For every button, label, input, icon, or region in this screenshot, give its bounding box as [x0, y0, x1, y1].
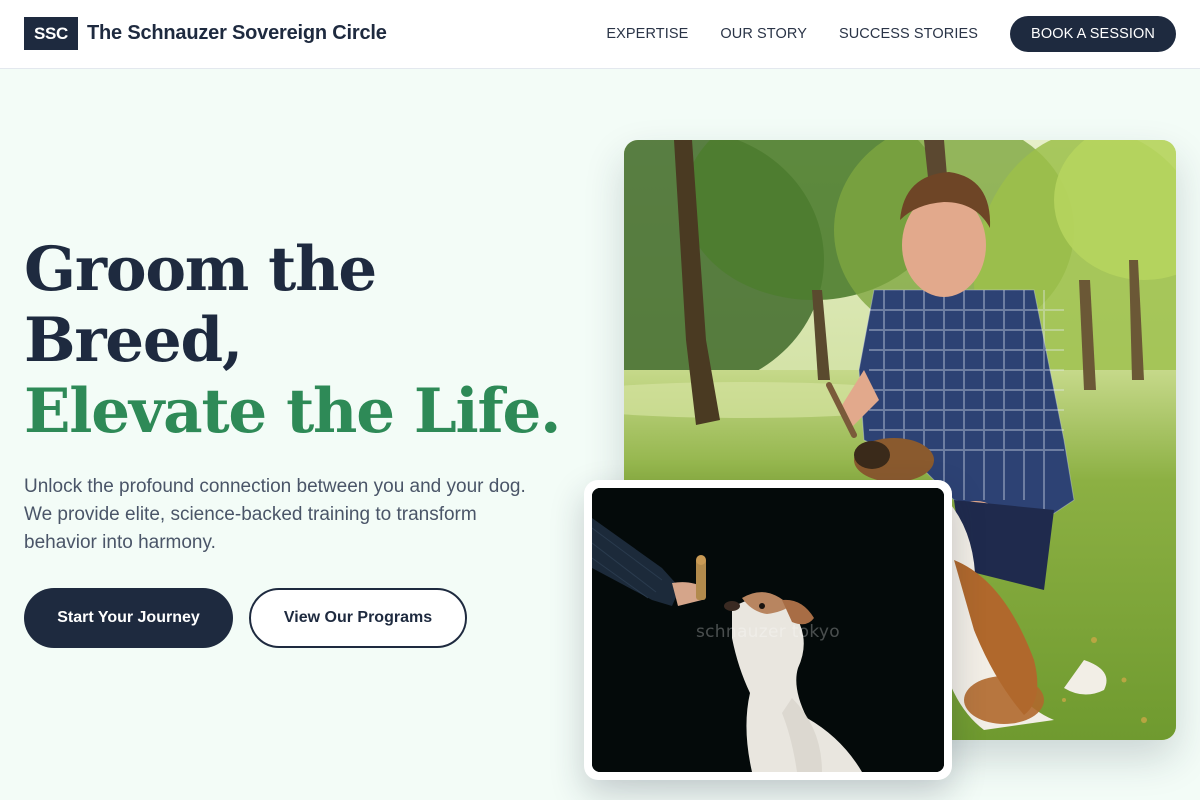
brand-badge: SSC — [24, 17, 78, 50]
nav-link-our-story[interactable]: OUR STORY — [720, 26, 807, 42]
inset-photo-treat-training: schnauzer tokyo — [592, 488, 944, 772]
hero-subtext: Unlock the profound connection between y… — [24, 476, 526, 553]
inset-photo-frame: schnauzer tokyo — [584, 480, 952, 780]
book-session-button[interactable]: BOOK A SESSION — [1010, 16, 1176, 52]
start-journey-button[interactable]: Start Your Journey — [24, 588, 233, 648]
top-nav: SSC The Schnauzer Sovereign Circle EXPER… — [0, 0, 1200, 69]
nav-links: EXPERTISE OUR STORY SUCCESS STORIES BOOK… — [606, 16, 1176, 52]
image-watermark: schnauzer tokyo — [696, 622, 840, 642]
brand-name: The Schnauzer Sovereign Circle — [87, 22, 387, 44]
nav-link-expertise[interactable]: EXPERTISE — [606, 26, 688, 42]
brand-logo[interactable]: SSC The Schnauzer Sovereign Circle — [24, 17, 387, 50]
headline-line-2: Breed, — [24, 305, 243, 376]
hero-headline: Groom the Breed, Elevate the Life. — [24, 234, 584, 447]
headline-accent-line: Elevate the Life. — [24, 376, 561, 447]
headline-line-1: Groom the — [24, 234, 377, 305]
view-programs-button[interactable]: View Our Programs — [249, 588, 467, 648]
nav-link-success-stories[interactable]: SUCCESS STORIES — [839, 26, 978, 42]
